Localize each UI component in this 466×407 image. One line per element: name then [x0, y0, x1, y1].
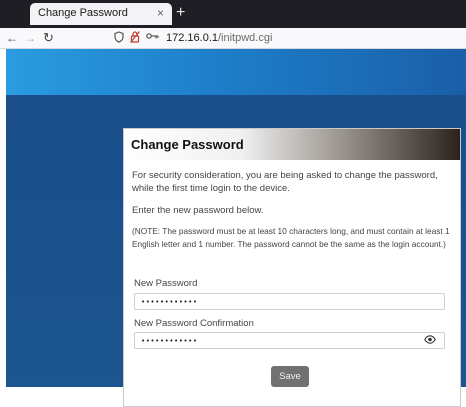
url-host: 172.16.0.1: [166, 32, 218, 44]
change-password-dialog: Change Password For security considerati…: [123, 128, 461, 407]
tab-close-icon[interactable]: ×: [157, 6, 164, 20]
url-path: /initpwd.cgi: [218, 32, 273, 44]
eye-icon[interactable]: [424, 335, 436, 348]
browser-nav-bar: ← → ↻ 172.16.0.1/initpwd.cgi: [0, 28, 466, 49]
new-password-input[interactable]: [134, 293, 445, 310]
browser-tab-bar: Change Password × +: [0, 0, 466, 28]
page-viewport: Change Password For security considerati…: [6, 49, 466, 407]
url-text[interactable]: 172.16.0.1/initpwd.cgi: [166, 31, 272, 45]
new-password-label: New Password: [134, 278, 198, 289]
confirm-password-label: New Password Confirmation: [134, 318, 254, 329]
header-banner: [6, 49, 466, 95]
dialog-title: Change Password: [131, 137, 244, 152]
shield-icon[interactable]: [114, 31, 124, 47]
enter-prompt: Enter the new password below.: [132, 205, 264, 216]
save-button[interactable]: Save: [271, 366, 309, 387]
key-icon[interactable]: [146, 31, 159, 45]
address-bar[interactable]: 172.16.0.1/initpwd.cgi: [110, 30, 460, 46]
browser-tab[interactable]: Change Password ×: [30, 3, 172, 25]
tab-title: Change Password: [38, 7, 128, 19]
intro-text: For security consideration, you are bein…: [132, 170, 438, 194]
dialog-header: Change Password: [124, 129, 460, 160]
forward-arrow-icon[interactable]: →: [24, 30, 36, 46]
back-arrow-icon[interactable]: ←: [6, 30, 18, 46]
reload-icon[interactable]: ↻: [43, 30, 54, 46]
password-requirements-note: (NOTE: The password must be at least 10 …: [132, 226, 450, 249]
confirm-password-input[interactable]: [134, 332, 445, 349]
lock-warning-icon[interactable]: [130, 31, 140, 47]
new-tab-icon[interactable]: +: [176, 3, 185, 23]
